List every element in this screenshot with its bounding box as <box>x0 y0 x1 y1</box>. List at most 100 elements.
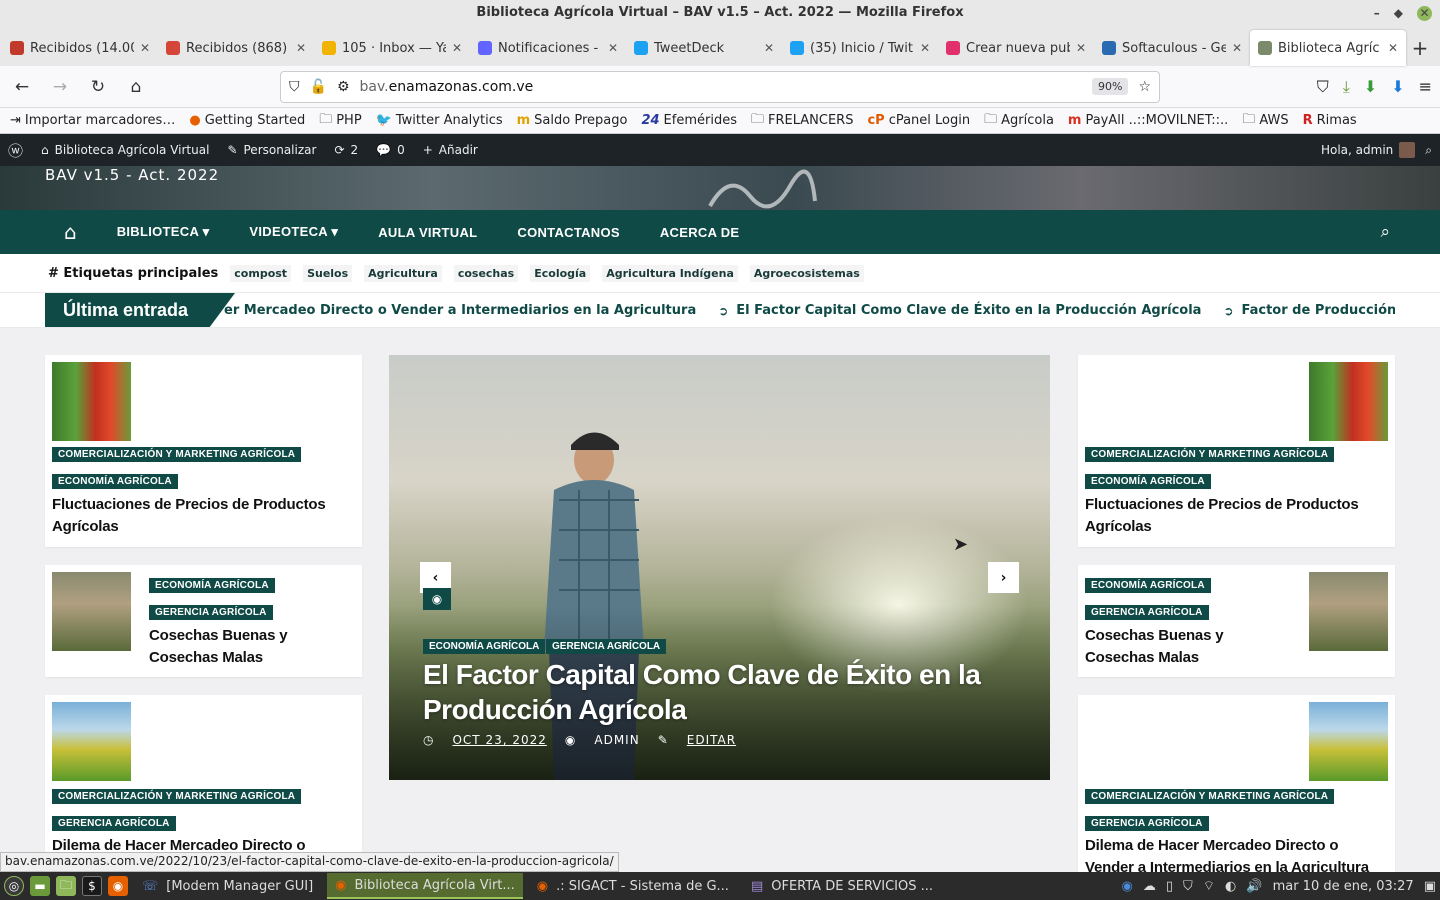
network-icon[interactable]: ⌔ <box>1203 878 1215 894</box>
wp-site-link[interactable]: ⌂ Biblioteca Agrícola Virtual <box>41 143 209 157</box>
terminal-icon[interactable]: $ <box>82 876 102 896</box>
show-desktop-icon[interactable]: ▬ <box>30 876 50 896</box>
bookmark-php[interactable]: 🗀 PHP <box>319 110 361 132</box>
category-badge[interactable]: COMERCIALIZACIÓN Y MARKETING AGRÍCOLA <box>52 789 302 804</box>
mint-menu-icon[interactable]: ◎ <box>4 876 24 896</box>
back-button[interactable]: ← <box>8 73 36 101</box>
bookmark-twitter-analytics[interactable]: 🐦 Twitter Analytics <box>376 113 503 128</box>
post-card[interactable]: COMERCIALIZACIÓN Y MARKETING AGRÍCOLA GE… <box>45 695 362 872</box>
post-thumbnail[interactable] <box>52 572 131 651</box>
ticker-item[interactable]: ➲ El Factor Capital Como Clave de Éxito e… <box>718 303 1201 318</box>
post-title[interactable]: Dilema de Hacer Mercadeo Directo o Vende… <box>1085 835 1385 872</box>
post-card[interactable]: COMERCIALIZACIÓN Y MARKETING AGRÍCOLA EC… <box>1078 355 1395 547</box>
post-title[interactable]: Fluctuaciones de Precios de Productos Ag… <box>52 494 352 538</box>
category-badge[interactable]: COMERCIALIZACIÓN Y MARKETING AGRÍCOLA <box>1085 447 1335 462</box>
close-tab-icon[interactable]: ✕ <box>140 41 150 55</box>
taskbar-item-sigact[interactable]: ◉ .: SIGACT - Sistema de G... <box>529 873 737 899</box>
close-tab-icon[interactable]: ✕ <box>452 41 462 55</box>
new-tab-button[interactable]: + <box>1400 30 1440 66</box>
post-thumbnail[interactable] <box>1309 572 1388 651</box>
wp-customize-link[interactable]: ✎ Personalizar <box>227 143 316 157</box>
files-icon[interactable]: 🗀 <box>56 876 76 896</box>
post-date[interactable]: OCT 23, 2022 <box>452 733 546 747</box>
downloads-icon[interactable]: ⤓ <box>1343 77 1350 97</box>
wp-account-link[interactable]: Hola, admin <box>1321 142 1416 158</box>
tab-1[interactable]: Recibidos (14.001) - ✕ <box>2 30 158 66</box>
menu-acerca-de[interactable]: ACERCA DE <box>660 225 740 240</box>
tab-5[interactable]: TweetDeck ✕ <box>626 30 782 66</box>
volume-icon[interactable]: 🔊 <box>1246 879 1262 894</box>
close-tab-icon[interactable]: ✕ <box>764 41 774 55</box>
category-badge[interactable]: ECONOMÍA AGRÍCOLA <box>423 639 546 654</box>
close-tab-icon[interactable]: ✕ <box>296 41 306 55</box>
menu-videoteca[interactable]: VIDEOTECA ▾ <box>249 224 338 240</box>
bookmark-frelancers[interactable]: 🗀 FRELANCERS <box>751 110 853 132</box>
tab-9-active[interactable]: Biblioteca Agríc ✕ <box>1250 30 1406 66</box>
extension-green-icon[interactable]: ⬇ <box>1364 77 1377 96</box>
bookmark-getting-started[interactable]: ● Getting Started <box>189 113 305 128</box>
clipboard-icon[interactable]: ▯ <box>1166 879 1173 894</box>
close-tab-icon[interactable]: ✕ <box>608 41 618 55</box>
menu-biblioteca[interactable]: BIBLIOTECA ▾ <box>117 224 210 240</box>
taskbar-item-oferta[interactable]: ▤ OFERTA DE SERVICIOS ... <box>743 873 941 899</box>
post-title[interactable]: Fluctuaciones de Precios de Productos Ag… <box>1085 494 1385 538</box>
category-badge[interactable]: ECONOMÍA AGRÍCOLA <box>52 474 178 489</box>
post-card[interactable]: ECONOMÍA AGRÍCOLA GERENCIA AGRÍCOLA Cose… <box>45 565 362 677</box>
tab-7[interactable]: Crear nueva pub ✕ <box>938 30 1094 66</box>
shield-icon[interactable]: ⛉ <box>289 79 300 95</box>
wp-comments-link[interactable]: 💬 0 <box>376 143 405 157</box>
close-tab-icon[interactable]: ✕ <box>1388 41 1398 55</box>
slider-next-button[interactable]: › <box>988 562 1019 593</box>
bookmark-importar[interactable]: ⇥ Importar marcadores… <box>10 113 175 128</box>
category-badge[interactable]: ECONOMÍA AGRÍCOLA <box>149 578 275 593</box>
post-author[interactable]: ADMIN <box>594 733 639 747</box>
edit-link[interactable]: EDITAR <box>687 733 736 747</box>
ticker-item[interactable]: er Mercadeo Directo o Vender a Intermedi… <box>224 303 696 318</box>
featured-slider[interactable]: ‹ › ◉ ECONOMÍA AGRÍCOLA GERENCIA AGRÍCOL… <box>389 355 1050 780</box>
notifications-icon[interactable]: ▣ <box>1424 879 1436 894</box>
post-thumbnail[interactable] <box>1309 702 1388 781</box>
weather-icon[interactable]: ☁ <box>1143 879 1156 894</box>
search-icon[interactable]: ⌕ <box>1425 143 1432 158</box>
permissions-icon[interactable]: ⚙ <box>337 79 350 95</box>
category-badge[interactable]: ECONOMÍA AGRÍCOLA <box>1085 578 1211 593</box>
hero-title[interactable]: El Factor Capital Como Clave de Éxito en… <box>423 657 1023 727</box>
shield-icon[interactable]: ⛉ <box>1183 879 1193 894</box>
lock-icon[interactable]: 🔓 <box>310 79 327 95</box>
forward-button[interactable]: → <box>46 73 74 101</box>
close-tab-icon[interactable]: ✕ <box>1076 41 1086 55</box>
bookmark-star-icon[interactable]: ☆ <box>1138 79 1151 95</box>
post-thumbnail[interactable] <box>52 702 131 781</box>
tag-compost[interactable]: compost <box>230 264 292 282</box>
close-tab-icon[interactable]: ✕ <box>920 41 930 55</box>
bookmark-cpanel[interactable]: cP cPanel Login <box>867 113 970 128</box>
taskbar-item-modem-manager[interactable]: ☏ [Modem Manager GUI] <box>134 873 321 899</box>
tab-6[interactable]: (35) Inicio / Twit ✕ <box>782 30 938 66</box>
tab-4[interactable]: Notificaciones - ✕ <box>470 30 626 66</box>
post-thumbnail[interactable] <box>1309 362 1388 441</box>
bookmark-efemerides[interactable]: 24 Efemérides <box>641 113 737 128</box>
bookmark-payall[interactable]: m PayAll ..::MOVILNET::.. <box>1068 113 1228 128</box>
bookmark-saldo-prepago[interactable]: m Saldo Prepago <box>517 113 628 128</box>
tag-agroecosistemas[interactable]: Agroecosistemas <box>749 264 864 282</box>
home-icon[interactable]: ⌂ <box>64 220 77 244</box>
firefox-icon[interactable]: ◉ <box>108 876 128 896</box>
wordpress-icon[interactable]: ⓦ <box>8 140 23 161</box>
post-title[interactable]: Cosechas Buenas y Cosechas Malas <box>149 625 309 669</box>
category-badge[interactable]: GERENCIA AGRÍCOLA <box>546 639 667 654</box>
tab-3[interactable]: 105 · Inbox — Ya ✕ <box>314 30 470 66</box>
wp-updates-link[interactable]: ⟳ 2 <box>334 143 358 157</box>
chrome-icon[interactable]: ◉ <box>1122 879 1133 894</box>
clock[interactable]: mar 10 de ene, 03:27 <box>1273 879 1414 894</box>
menu-icon[interactable]: ≡ <box>1419 77 1432 96</box>
post-thumbnail[interactable] <box>52 362 131 441</box>
tag-cosechas[interactable]: cosechas <box>453 264 519 282</box>
post-card[interactable]: COMERCIALIZACIÓN Y MARKETING AGRÍCOLA EC… <box>45 355 362 547</box>
tag-agricultura-indigena[interactable]: Agricultura Indígena <box>602 264 738 282</box>
site-tagline[interactable]: BAV v1.5 - Act. 2022 <box>45 166 219 184</box>
ticker-item[interactable]: ➲ Factor de Producción La Ti <box>1223 303 1395 318</box>
bookmark-agricola[interactable]: 🗀 Agrícola <box>984 110 1054 132</box>
category-badge[interactable]: COMERCIALIZACIÓN Y MARKETING AGRÍCOLA <box>52 447 302 462</box>
post-card[interactable]: COMERCIALIZACIÓN Y MARKETING AGRÍCOLA GE… <box>1078 695 1395 872</box>
taskbar-item-firefox[interactable]: ◉ Biblioteca Agrícola Virt... <box>327 873 523 899</box>
